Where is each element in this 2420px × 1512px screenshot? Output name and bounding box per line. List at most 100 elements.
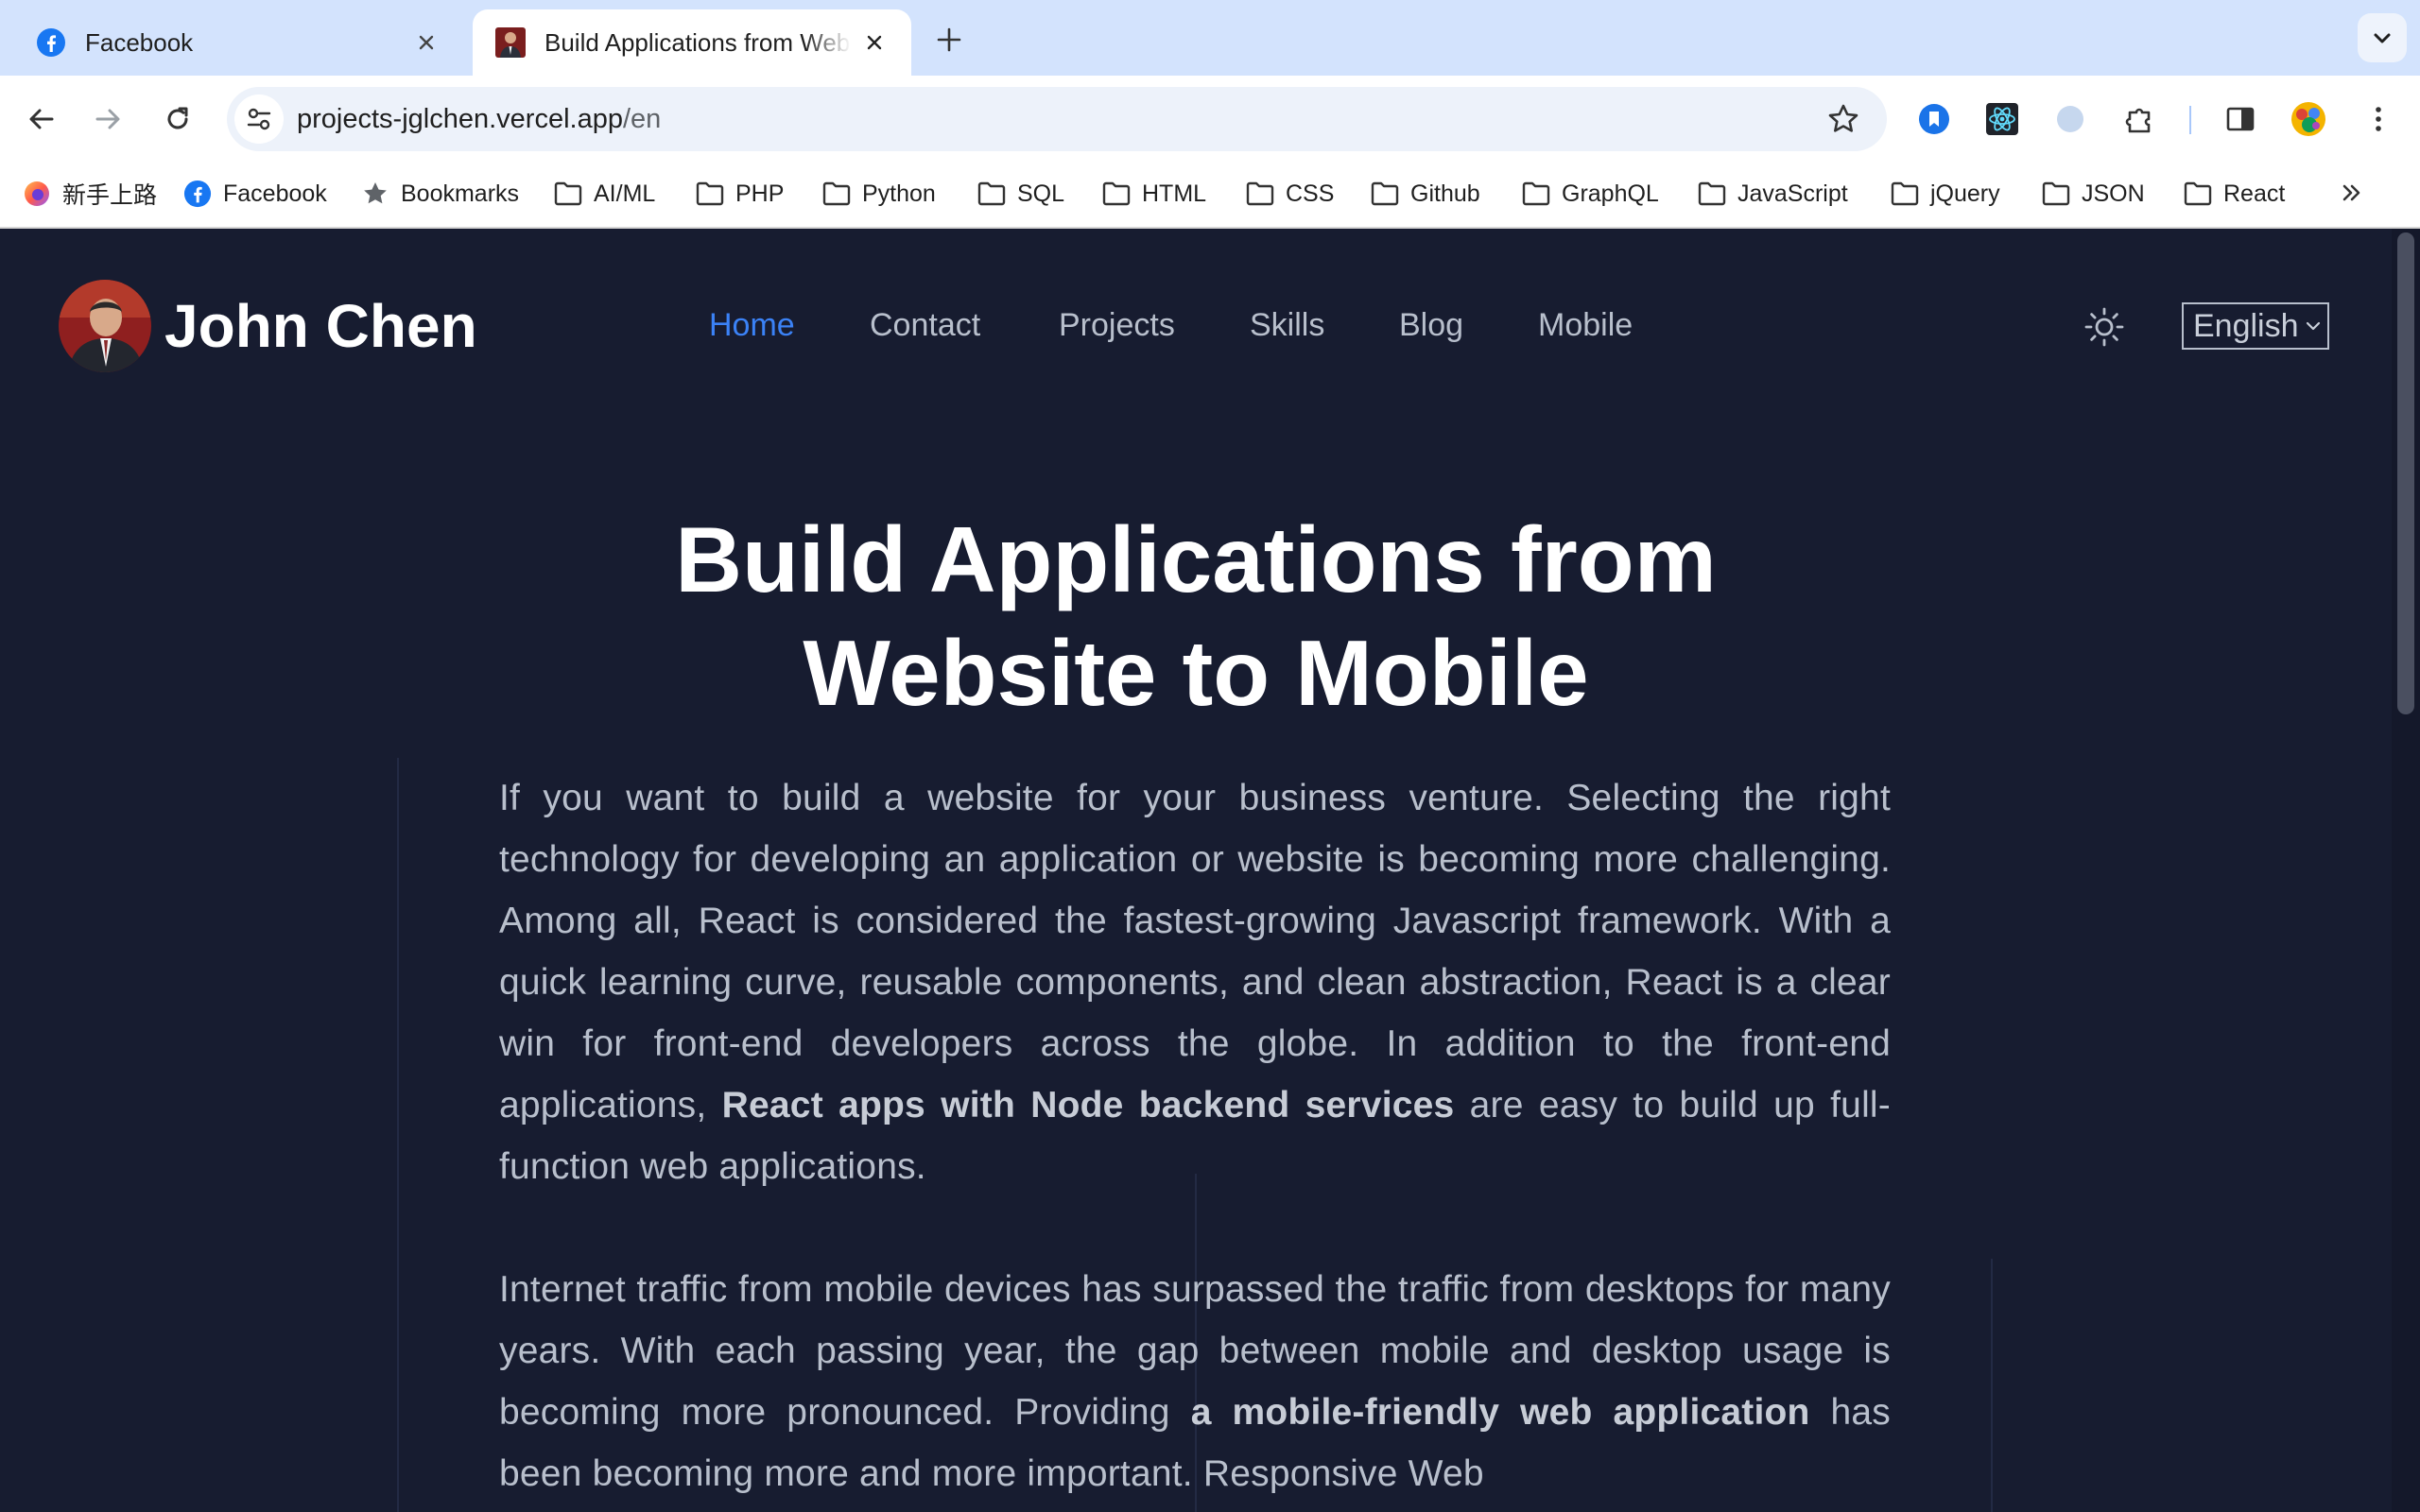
- bookmark-folder-css[interactable]: CSS: [1246, 163, 1334, 225]
- folder-icon: [696, 180, 724, 208]
- page-scrollbar[interactable]: [2392, 229, 2420, 1512]
- bookmark-folder-json[interactable]: JSON: [2042, 163, 2145, 225]
- hero-title-line-2: Website to Mobile: [803, 621, 1589, 725]
- nav-link-mobile-wrap: Mobile: [1538, 302, 1633, 348]
- nav-link-contact[interactable]: Contact: [870, 302, 980, 348]
- more-bookmarks-button[interactable]: [2335, 176, 2369, 210]
- paragraph-emphasis: a mobile-friendly web application: [1190, 1392, 1810, 1433]
- new-tab-button[interactable]: [930, 21, 968, 59]
- bookmark-bookmarks[interactable]: Bookmarks: [361, 163, 519, 225]
- folder-icon: [1891, 180, 1919, 208]
- reload-button[interactable]: [157, 98, 199, 140]
- bookmark-folder-sql[interactable]: SQL: [977, 163, 1064, 225]
- profile-button[interactable]: [2290, 100, 2327, 138]
- browser-toolbar: projects-jglchen.vercel.app/en: [0, 76, 2420, 163]
- firefox-icon: [23, 180, 51, 208]
- side-panel-button[interactable]: [2221, 100, 2259, 138]
- bookmark-label: Facebook: [223, 180, 327, 207]
- bookmark-folder-python[interactable]: Python: [822, 163, 936, 225]
- bookmark-label: GraphQL: [1562, 180, 1659, 207]
- close-icon[interactable]: [860, 28, 889, 57]
- folder-icon: [977, 180, 1006, 208]
- nav-link-skills-wrap: Skills: [1250, 302, 1324, 348]
- hero-title: Build Applications from Website to Mobil…: [0, 503, 2392, 730]
- back-button[interactable]: [21, 98, 62, 140]
- tab-build-applications[interactable]: Build Applications from Website to Mobil…: [473, 9, 911, 76]
- folder-icon: [1698, 180, 1726, 208]
- tune-icon: [247, 108, 271, 130]
- arrow-right-icon: [95, 109, 120, 129]
- language-select[interactable]: English: [2182, 302, 2329, 350]
- url-path: /en: [622, 104, 662, 134]
- bookmark-folder-graphql[interactable]: GraphQL: [1522, 163, 1659, 225]
- folder-icon: [1522, 180, 1550, 208]
- nav-link-skills[interactable]: Skills: [1250, 302, 1324, 348]
- bookmark-folder-github[interactable]: Github: [1371, 163, 1480, 225]
- tab-title: Facebook: [85, 27, 194, 57]
- extension-react-devtools-button[interactable]: [1983, 100, 2021, 138]
- sun-icon: [2084, 307, 2124, 347]
- web-page: John Chen Home Contact Projects Skills B…: [0, 229, 2392, 1512]
- url-host: projects-jglchen.vercel.app: [297, 104, 623, 134]
- more-vert-icon: [2376, 107, 2381, 131]
- extension-moon-button[interactable]: [2051, 100, 2089, 138]
- side-panel-icon: [2226, 107, 2255, 131]
- theme-toggle-button[interactable]: [2083, 306, 2125, 348]
- chrome-menu-button[interactable]: [2360, 100, 2397, 138]
- bookmark-folder-react[interactable]: React: [2184, 163, 2285, 225]
- star-icon: [361, 180, 389, 208]
- bookmark-folder-aiml[interactable]: AI/ML: [554, 163, 655, 225]
- close-icon[interactable]: [412, 28, 441, 57]
- tab-strip: Facebook Build Applications from Website…: [0, 0, 2420, 76]
- tab-search-button[interactable]: [2358, 13, 2407, 62]
- facebook-icon: [183, 180, 212, 208]
- site-brand[interactable]: John Chen: [164, 291, 477, 361]
- bookmark-star-icon[interactable]: [1826, 102, 1860, 136]
- extension-bookmark-button[interactable]: [1915, 100, 1953, 138]
- folder-icon: [2184, 180, 2212, 208]
- nav-link-blog[interactable]: Blog: [1399, 302, 1463, 348]
- reload-icon: [167, 107, 188, 129]
- scrollbar-thumb[interactable]: [2397, 232, 2414, 714]
- bookmark-facebook[interactable]: Facebook: [183, 163, 327, 225]
- puzzle-icon: [2125, 108, 2151, 133]
- paragraph-emphasis: React apps with Node backend services: [721, 1085, 1455, 1125]
- site-info-button[interactable]: [234, 94, 284, 144]
- bookmark-extension-icon: [1919, 104, 1949, 134]
- address-bar[interactable]: projects-jglchen.vercel.app/en: [227, 87, 1887, 151]
- hero-title-line-1: Build Applications from: [675, 507, 1717, 611]
- nav-link-home[interactable]: Home: [709, 302, 795, 348]
- bookmark-xinshou[interactable]: 新手上路: [23, 163, 157, 225]
- bookmark-label: AI/ML: [594, 180, 656, 207]
- bookmark-label: Python: [862, 180, 936, 207]
- john-chen-avatar-icon: [495, 27, 526, 58]
- crescent-extension-icon: [2057, 106, 2083, 132]
- folder-icon: [822, 180, 851, 208]
- folder-icon: [1246, 180, 1274, 208]
- folder-icon: [2042, 180, 2070, 208]
- url-text[interactable]: projects-jglchen.vercel.app/en: [297, 87, 661, 151]
- forward-button[interactable]: [87, 98, 129, 140]
- bookmark-folder-javascript[interactable]: JavaScript: [1698, 163, 1848, 225]
- bookmarks-bar: 新手上路 Facebook Bookmarks AI/ML PHP Python…: [0, 163, 2420, 229]
- bookmark-folder-html[interactable]: HTML: [1102, 163, 1206, 225]
- nav-link-home-wrap: Home: [709, 302, 795, 348]
- avatar[interactable]: [59, 280, 151, 372]
- extensions-menu-button[interactable]: [2121, 100, 2159, 138]
- bookmark-folder-jquery[interactable]: jQuery: [1891, 163, 2000, 225]
- plus-icon: [937, 27, 961, 52]
- avatar-icon: [2291, 102, 2325, 136]
- folder-icon: [1371, 180, 1399, 208]
- nav-link-blog-wrap: Blog: [1399, 302, 1463, 348]
- double-chevron-right-icon: [2342, 184, 2360, 201]
- nav-link-mobile[interactable]: Mobile: [1538, 302, 1633, 348]
- bookmark-folder-php[interactable]: PHP: [696, 163, 784, 225]
- tab-title: Build Applications from Website to Mobil…: [544, 27, 851, 57]
- site-header: John Chen Home Contact Projects Skills B…: [0, 229, 2392, 372]
- nav-link-projects[interactable]: Projects: [1059, 302, 1175, 348]
- tab-facebook[interactable]: Facebook: [13, 9, 463, 76]
- bookmark-label: HTML: [1142, 180, 1207, 207]
- intro-paragraph-2: Internet traffic from mobile devices has…: [499, 1259, 1891, 1504]
- intro-paragraph-1: If you want to build a website for your …: [499, 767, 1891, 1197]
- decorative-line: [397, 758, 399, 1512]
